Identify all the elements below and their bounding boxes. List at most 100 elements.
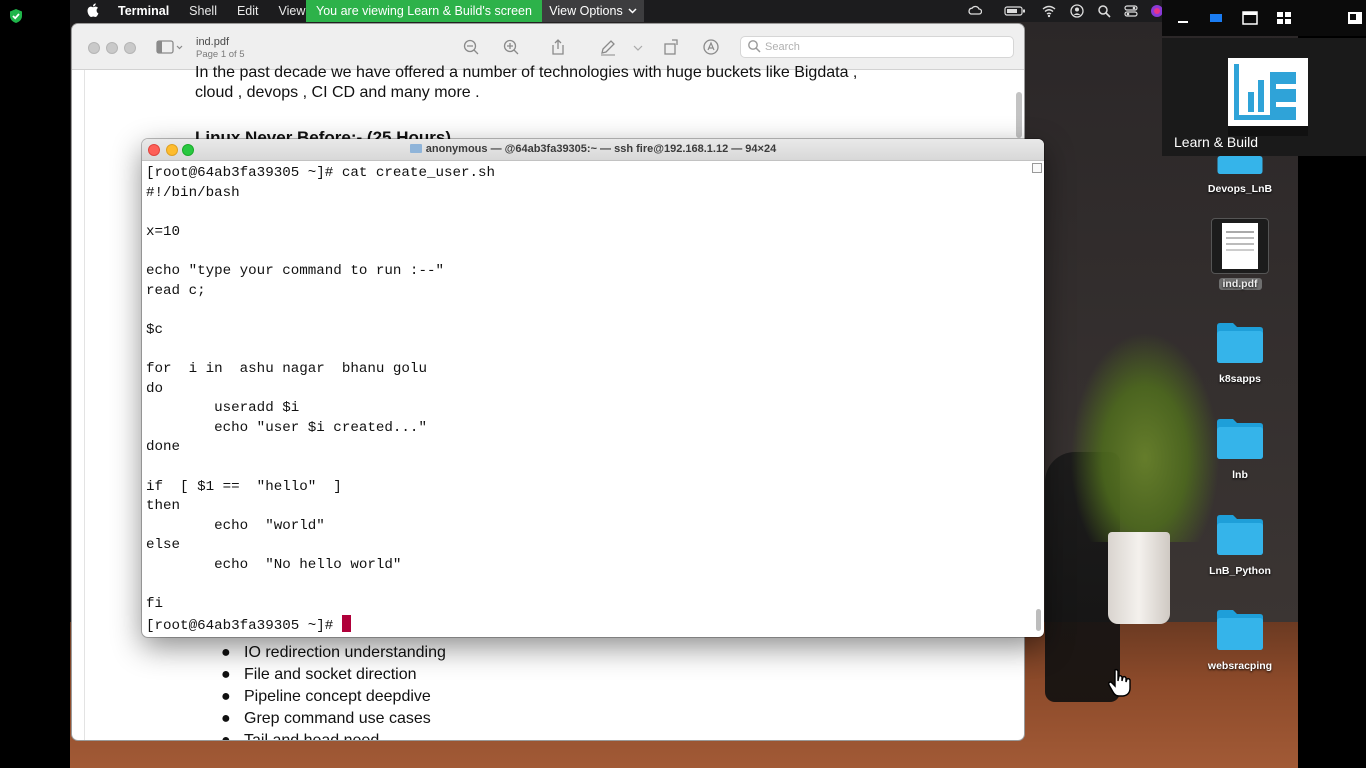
desktop-item-label: lnb <box>1232 469 1248 481</box>
participant-tile[interactable]: Learn & Build <box>1162 38 1366 156</box>
folder-icon <box>1217 156 1263 174</box>
terminal-window[interactable]: anonymous — @64ab3fa39305:~ — ssh fire@1… <box>142 139 1044 637</box>
close-button[interactable] <box>88 42 100 54</box>
menu-bar: Terminal Shell Edit View <box>70 0 1298 22</box>
zoom-in-icon[interactable] <box>502 38 520 56</box>
gallery-view-icon[interactable] <box>1273 7 1295 29</box>
terminal-title-text: anonymous — @64ab3fa39305:~ — ssh fire@1… <box>425 143 777 155</box>
pdf-bullet-item: ● IO redirection understanding <box>221 644 446 661</box>
search-icon <box>748 40 761 53</box>
zoom-button[interactable] <box>124 42 136 54</box>
pdf-bullet-item: ● Tail and head need <box>221 732 379 740</box>
screen-share-banner: You are viewing Learn & Build's screen <box>306 0 542 22</box>
terminal-line: echo "No hello world" <box>146 556 402 573</box>
share-icon[interactable] <box>549 38 567 56</box>
desktop-item-label: ind.pdf <box>1218 278 1262 290</box>
battery-icon <box>1004 6 1025 16</box>
terminal-line: if [ $1 == "hello" ] <box>146 478 342 495</box>
menu-app-terminal[interactable]: Terminal <box>108 4 179 18</box>
desktop-item-label: LnB_Python <box>1209 565 1271 577</box>
folder-icon <box>409 144 422 153</box>
view-options-label: View Options <box>549 4 623 18</box>
terminal-line: x=10 <box>146 223 181 240</box>
chevron-down-icon[interactable] <box>632 38 644 56</box>
markup-pen-icon[interactable] <box>599 38 617 56</box>
exit-fullscreen-icon[interactable] <box>1344 7 1366 29</box>
terminal-line: done <box>146 439 181 456</box>
control-center-icon[interactable] <box>1124 4 1138 18</box>
pdf-thumbnail-icon <box>1211 218 1269 274</box>
desktop-folder-websracping[interactable]: websracping <box>1198 607 1282 672</box>
rotate-icon[interactable] <box>662 38 680 56</box>
search-input[interactable]: Search <box>740 36 1014 58</box>
folder-icon <box>1217 515 1263 555</box>
minimize-button[interactable] <box>106 42 118 54</box>
terminal-line: then <box>146 498 181 515</box>
pdf-paragraph-line: cloud , devops , CI CD and many more . <box>195 84 480 101</box>
bullet-text: Grep command use cases <box>244 710 431 727</box>
menu-shell[interactable]: Shell <box>179 4 227 18</box>
sidebar-toggle-icon[interactable] <box>156 38 184 56</box>
bullet-text: Pipeline concept deepdive <box>244 688 431 705</box>
desktop-folder-k8sapps[interactable]: k8sapps <box>1198 320 1282 385</box>
desktop-item-label: websracping <box>1207 660 1273 672</box>
minimize-icon[interactable] <box>1172 7 1194 29</box>
terminal-line: useradd $i <box>146 400 300 417</box>
share-banner-text: You are viewing Learn & Build's screen <box>316 4 532 18</box>
resize-corner-icon[interactable] <box>1032 163 1042 173</box>
desktop-folder-lnb[interactable]: lnb <box>1198 416 1282 481</box>
spotlight-search-icon[interactable] <box>1097 4 1111 18</box>
zoom-out-icon[interactable] <box>462 38 480 56</box>
bullet-text: Tail and head need <box>244 732 379 740</box>
desktop-file-ind-pdf[interactable]: ind.pdf <box>1198 218 1282 292</box>
pdf-bullet-item: ● Pipeline concept deepdive <box>221 688 431 705</box>
terminal-scrollbar[interactable] <box>1036 609 1041 631</box>
meeting-toolbar <box>1162 0 1366 36</box>
wifi-icon[interactable] <box>1042 4 1056 18</box>
terminal-line: else <box>146 537 181 554</box>
apple-menu-icon[interactable] <box>86 2 108 20</box>
view-options-button[interactable]: View Options <box>542 0 644 22</box>
terminal-prompt-line[interactable]: [root@64ab3fa39305 ~]# <box>146 614 1030 635</box>
document-name: ind.pdf <box>196 36 230 48</box>
bullet-text: File and socket direction <box>244 666 417 683</box>
desktop-folder-lnb-python[interactable]: LnB_Python <box>1198 512 1282 577</box>
plant-pot-decor <box>1108 532 1170 624</box>
learn-build-logo <box>1228 58 1308 136</box>
security-shield-icon[interactable] <box>8 8 24 24</box>
bullet-text: IO redirection understanding <box>244 644 446 661</box>
user-account-icon[interactable] <box>1070 4 1084 18</box>
markup-toolbar-icon[interactable] <box>702 38 720 56</box>
creative-cloud-icon[interactable] <box>968 4 982 18</box>
terminal-line: do <box>146 380 164 397</box>
folder-icon <box>1217 323 1263 363</box>
hand-pointer-icon <box>1108 668 1131 697</box>
menu-edit[interactable]: Edit <box>227 4 269 18</box>
single-view-icon[interactable] <box>1239 7 1261 29</box>
speaker-view-icon[interactable] <box>1206 7 1228 29</box>
terminal-line: echo "world" <box>146 517 325 534</box>
terminal-line: for i in ashu nagar bhanu golu <box>146 360 427 377</box>
terminal-output[interactable]: [root@64ab3fa39305 ~]# cat create_user.s… <box>146 164 1030 637</box>
preview-scrollbar[interactable] <box>1016 92 1022 138</box>
terminal-titlebar[interactable]: anonymous — @64ab3fa39305:~ — ssh fire@1… <box>142 139 1044 161</box>
desktop-folder-devops-lnb[interactable]: Devops_LnB <box>1198 156 1282 195</box>
document-page-info: Page 1 of 5 <box>196 49 245 60</box>
terminal-line: [root@64ab3fa39305 ~]# cat create_user.s… <box>146 165 496 181</box>
pdf-paragraph-line: In the past decade we have offered a num… <box>195 64 858 81</box>
terminal-line: read c; <box>146 282 206 299</box>
terminal-prompt: [root@64ab3fa39305 ~]# <box>146 617 342 634</box>
folder-icon <box>1217 419 1263 459</box>
terminal-line: fi <box>146 596 164 613</box>
terminal-line: echo "type your command to run :--" <box>146 262 444 279</box>
screen: Terminal Shell Edit View You are viewing… <box>0 0 1366 768</box>
desktop-item-label: Devops_LnB <box>1207 183 1273 195</box>
text-cursor <box>341 614 351 632</box>
terminal-line: $c <box>146 321 164 338</box>
pdf-bullet-item: ● File and socket direction <box>221 666 417 683</box>
participant-name: Learn & Build <box>1174 134 1259 150</box>
